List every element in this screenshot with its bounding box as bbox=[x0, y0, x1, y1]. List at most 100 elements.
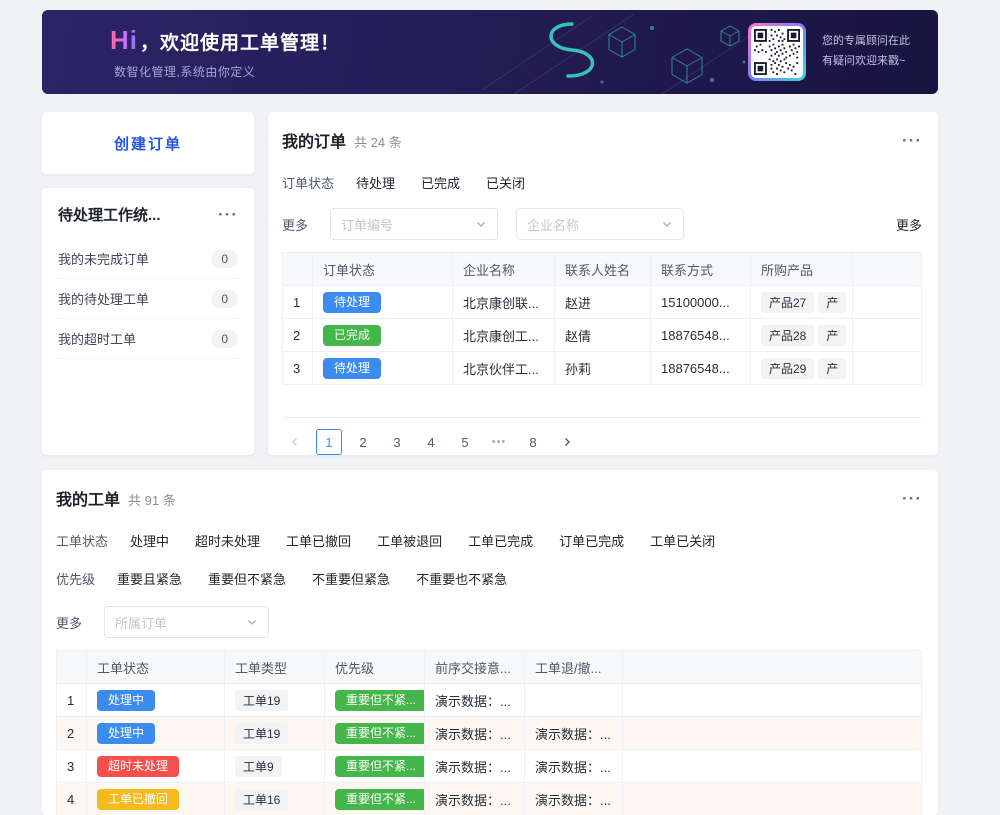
qr-code[interactable] bbox=[748, 23, 806, 81]
orders-count: 共 24 条 bbox=[354, 132, 402, 151]
order-row[interactable]: 1 待处理 北京康创联... 赵进 15100000... 产品27产 bbox=[283, 286, 922, 319]
page-button-8[interactable]: 8 bbox=[520, 429, 546, 455]
banner-subtitle: 数智化管理,系统由你定义 bbox=[114, 63, 340, 80]
order-row[interactable]: 2 已完成 北京康创工... 赵倩 18876548... 产品28产 bbox=[283, 319, 922, 352]
chevron-left-icon bbox=[289, 436, 301, 448]
ticket-row[interactable]: 2 处理中 工单19 重要但不紧... 演示数据：... 演示数据：... bbox=[57, 717, 922, 750]
order-products: 产品29产 bbox=[751, 352, 853, 385]
header-contact-phone: 联系方式 bbox=[651, 253, 751, 286]
filter-option-returned[interactable]: 工单被退回 bbox=[377, 531, 442, 550]
filter-option-not-important-not-urgent[interactable]: 不重要也不紧急 bbox=[416, 569, 507, 588]
page-prev-button[interactable] bbox=[282, 429, 308, 455]
order-id-select[interactable]: 订单编号 bbox=[330, 208, 498, 240]
create-order-card: 创建订单 bbox=[42, 112, 254, 174]
order-phone: 18876548... bbox=[651, 319, 751, 352]
priority-badge: 重要但不紧... bbox=[335, 789, 425, 810]
product-tag: 产品27 bbox=[761, 292, 814, 313]
ticket-status-badge: 工单已撤回 bbox=[97, 789, 179, 810]
tickets-more-icon[interactable]: ··· bbox=[902, 490, 922, 507]
welcome-banner: Hi，欢迎使用工单管理！ 数智化管理,系统由你定义 bbox=[42, 10, 938, 94]
banner-text: Hi，欢迎使用工单管理！ 数智化管理,系统由你定义 bbox=[110, 25, 340, 80]
order-status-badge: 待处理 bbox=[323, 292, 381, 313]
stat-count-badge: 0 bbox=[211, 330, 238, 348]
header-index bbox=[57, 651, 87, 684]
stat-item-unfinished-orders[interactable]: 我的未完成订单 0 bbox=[58, 239, 238, 279]
filter-option-order-completed[interactable]: 订单已完成 bbox=[559, 531, 624, 550]
page-button-1[interactable]: 1 bbox=[316, 429, 342, 455]
filter-option-closed[interactable]: 已关闭 bbox=[486, 173, 525, 192]
stat-item-overdue-tickets[interactable]: 我的超时工单 0 bbox=[58, 319, 238, 359]
page-button-4[interactable]: 4 bbox=[418, 429, 444, 455]
order-status-badge: 待处理 bbox=[323, 358, 381, 379]
header-retreat-note: 工单退/撤... bbox=[525, 651, 623, 684]
ticket-row[interactable]: 3 超时未处理 工单9 重要但不紧... 演示数据：... 演示数据：... bbox=[57, 750, 922, 783]
order-contact: 赵倩 bbox=[555, 319, 651, 352]
product-tag: 产品29 bbox=[761, 358, 814, 379]
ticket-row-filler bbox=[623, 750, 922, 783]
ticket-handover: 演示数据：... bbox=[425, 783, 525, 815]
product-tag: 产品28 bbox=[761, 325, 814, 346]
create-order-button[interactable]: 创建订单 bbox=[114, 133, 182, 154]
orders-more-link[interactable]: 更多 bbox=[896, 215, 922, 234]
header-filler bbox=[623, 651, 922, 684]
orders-more-icon[interactable]: ··· bbox=[902, 132, 922, 149]
tickets-panel-title: 我的工单 bbox=[56, 486, 120, 510]
filter-option-overdue[interactable]: 超时未处理 bbox=[195, 531, 260, 550]
ticket-status-badge: 处理中 bbox=[97, 690, 155, 711]
filter-option-pending[interactable]: 待处理 bbox=[356, 173, 395, 192]
banner-consultant-area: 您的专属顾问在此 有疑问欢迎来戳~ bbox=[748, 23, 910, 81]
order-company: 北京康创联... bbox=[453, 286, 555, 319]
filter-option-important-not-urgent[interactable]: 重要但不紧急 bbox=[208, 569, 286, 588]
page-next-button[interactable] bbox=[554, 429, 580, 455]
banner-greeting-text: ，欢迎使用工单管理！ bbox=[140, 33, 340, 54]
ticket-row-index: 2 bbox=[57, 717, 87, 750]
ticket-row[interactable]: 4 工单已撤回 工单16 重要但不紧... 演示数据：... 演示数据：... bbox=[57, 783, 922, 815]
ticket-status-filter-row: 工单状态 处理中 超时未处理 工单已撤回 工单被退回 工单已完成 订单已完成 工… bbox=[56, 530, 922, 550]
page-button-5[interactable]: 5 bbox=[452, 429, 478, 455]
order-contact: 孙莉 bbox=[555, 352, 651, 385]
filter-option-processing[interactable]: 处理中 bbox=[130, 531, 169, 550]
ticket-type-tag: 工单9 bbox=[235, 756, 282, 777]
ticket-type-tag: 工单19 bbox=[235, 690, 288, 711]
ticket-status-filter-label: 工单状态 bbox=[56, 531, 108, 550]
order-row-index: 1 bbox=[283, 286, 313, 319]
ticket-retreat bbox=[525, 684, 623, 717]
ticket-retreat: 演示数据：... bbox=[525, 750, 623, 783]
ticket-row-index: 3 bbox=[57, 750, 87, 783]
company-name-select[interactable]: 企业名称 bbox=[516, 208, 684, 240]
chevron-down-icon bbox=[475, 218, 487, 230]
parent-order-select[interactable]: 所属订单 bbox=[104, 606, 269, 638]
page-more-icon[interactable]: ••• bbox=[486, 429, 512, 455]
filter-option-completed[interactable]: 已完成 bbox=[421, 173, 460, 192]
filter-option-ticket-completed[interactable]: 工单已完成 bbox=[468, 531, 533, 550]
stats-list: 我的未完成订单 0 我的待处理工单 0 我的超时工单 0 bbox=[58, 239, 238, 359]
company-name-select-placeholder: 企业名称 bbox=[527, 215, 579, 234]
order-status-filter-label: 订单状态 bbox=[282, 173, 334, 192]
filter-option-ticket-closed[interactable]: 工单已关闭 bbox=[650, 531, 715, 550]
ticket-status-badge: 处理中 bbox=[97, 723, 155, 744]
ticket-row-filler bbox=[623, 783, 922, 815]
header-handover-note: 前序交接意... bbox=[425, 651, 525, 684]
stat-count-badge: 0 bbox=[211, 250, 238, 268]
priority-badge: 重要但不紧... bbox=[335, 723, 425, 744]
order-row-index: 2 bbox=[283, 319, 313, 352]
order-row[interactable]: 3 待处理 北京伙伴工... 孙莉 18876548... 产品29产 bbox=[283, 352, 922, 385]
stat-item-pending-tickets[interactable]: 我的待处理工单 0 bbox=[58, 279, 238, 319]
qr-code-inner bbox=[751, 26, 803, 78]
my-tickets-panel: 我的工单 共 91 条 ··· 工单状态 处理中 超时未处理 工单已撤回 工单被… bbox=[42, 470, 938, 815]
ticket-row[interactable]: 1 处理中 工单19 重要但不紧... 演示数据：... bbox=[57, 684, 922, 717]
stats-more-icon[interactable]: ··· bbox=[218, 206, 238, 223]
page-button-2[interactable]: 2 bbox=[350, 429, 376, 455]
tickets-more-label: 更多 bbox=[56, 613, 82, 632]
priority-badge: 重要但不紧... bbox=[335, 690, 425, 711]
ticket-type-tag: 工单16 bbox=[235, 789, 288, 810]
filter-option-withdrawn[interactable]: 工单已撤回 bbox=[286, 531, 351, 550]
filter-option-not-important-urgent[interactable]: 不重要但紧急 bbox=[312, 569, 390, 588]
order-phone: 15100000... bbox=[651, 286, 751, 319]
stat-label: 我的待处理工单 bbox=[58, 289, 149, 308]
priority-filter-row: 优先级 重要且紧急 重要但不紧急 不重要但紧急 不重要也不紧急 bbox=[56, 568, 922, 588]
filter-option-important-urgent[interactable]: 重要且紧急 bbox=[117, 569, 182, 588]
page-button-3[interactable]: 3 bbox=[384, 429, 410, 455]
ticket-row-index: 4 bbox=[57, 783, 87, 815]
stat-label: 我的未完成订单 bbox=[58, 249, 149, 268]
